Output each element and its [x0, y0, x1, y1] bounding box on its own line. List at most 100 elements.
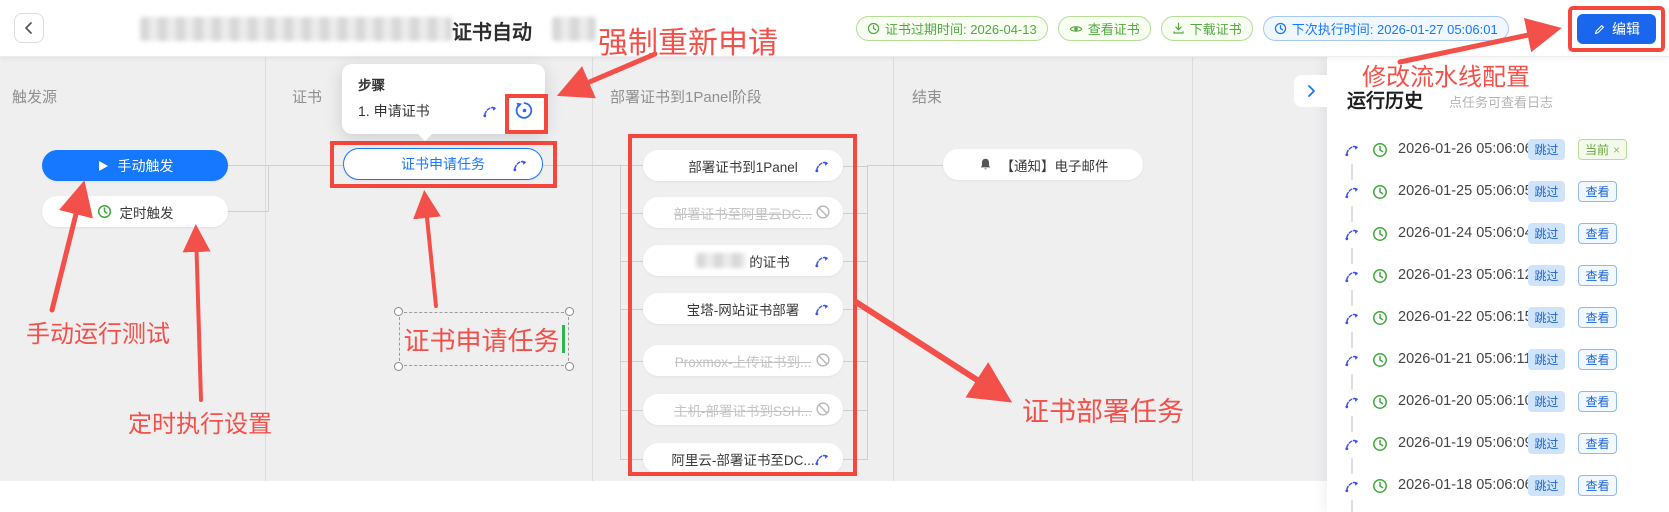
manual-trigger-label: 手动触发: [118, 156, 174, 176]
skip-icon: [1344, 309, 1361, 331]
annotation-edit-pipeline: 修改流水线配置: [1362, 57, 1530, 92]
clock-icon: [1372, 310, 1388, 331]
annotation-force-reapply: 强制重新申请: [598, 18, 778, 62]
selection-handle[interactable]: [394, 362, 403, 371]
view-log-button[interactable]: 查看: [1578, 391, 1617, 412]
skip-icon: [1344, 141, 1361, 163]
close-icon[interactable]: ×: [1613, 143, 1620, 157]
history-timestamp: 2026-01-24 05:06:04: [1398, 225, 1533, 241]
history-connector: [1351, 458, 1353, 474]
clock-icon: [97, 204, 112, 219]
selection-handle[interactable]: [565, 307, 574, 316]
skip-status-badge: 跳过: [1528, 433, 1565, 454]
view-log-button[interactable]: 查看: [1578, 433, 1617, 454]
column-header-deploy: 部署证书到1Panel阶段: [610, 86, 762, 107]
collapse-panel-button[interactable]: [1294, 75, 1328, 107]
footer-strip: [0, 481, 1327, 512]
history-connector: [1351, 248, 1353, 264]
cert-expire-badge[interactable]: 证书过期时间: 2026-04-13: [856, 16, 1048, 41]
skip-status-badge: 跳过: [1528, 475, 1565, 496]
history-connector: [1351, 332, 1353, 348]
cert-request-task-label: 证书申请任务: [401, 154, 485, 174]
view-log-button[interactable]: 查看: [1578, 307, 1617, 328]
clock-icon: [1372, 142, 1388, 163]
history-connector: [1351, 206, 1353, 222]
workflow-connector: [268, 165, 269, 212]
history-timestamp: 2026-01-21 05:06:11: [1398, 351, 1532, 367]
clock-icon: [867, 22, 880, 35]
next-run-badge[interactable]: 下次执行时间: 2026-01-27 05:06:01: [1263, 16, 1509, 41]
view-cert-button[interactable]: 查看证书: [1058, 16, 1151, 41]
skip-icon: [1344, 393, 1361, 415]
edit-button-highlight-box: 编辑: [1568, 6, 1665, 52]
annotation-schedule-setting: 定时执行设置: [128, 404, 272, 439]
chevron-right-icon: [1305, 85, 1317, 97]
view-log-button[interactable]: 查看: [1578, 223, 1617, 244]
view-log-button[interactable]: 查看: [1578, 475, 1617, 496]
history-connector: [1351, 500, 1353, 512]
timed-trigger-button[interactable]: 定时触发: [42, 196, 228, 227]
skip-status-badge: 跳过: [1528, 349, 1565, 370]
clock-icon: [1274, 22, 1287, 35]
history-row: 2026-01-20 05:06:10跳过查看: [1340, 390, 1662, 414]
skip-icon: [1344, 183, 1361, 205]
back-button[interactable]: [14, 13, 44, 43]
skip-status-badge: 跳过: [1528, 265, 1565, 286]
selection-handle[interactable]: [565, 362, 574, 371]
history-timestamp: 2026-01-22 05:06:15: [1398, 309, 1533, 325]
clock-icon: [1372, 436, 1388, 457]
cert-expire-label: 证书过期时间: 2026-04-13: [885, 19, 1037, 38]
history-connector: [1351, 416, 1353, 432]
certd-pipeline-screen: 触发源 证书 部署证书到1Panel阶段 结束 手动触发 定时触发 证书申请任务…: [0, 0, 1669, 512]
history-row: 2026-01-23 05:06:12跳过查看: [1340, 264, 1662, 288]
annotation-request-task: 证书申请任务: [403, 321, 559, 358]
column-divider: [592, 57, 593, 481]
history-timestamp: 2026-01-23 05:06:12: [1398, 267, 1533, 283]
skip-icon: [1344, 351, 1361, 373]
edit-button[interactable]: 编辑: [1577, 14, 1656, 44]
skip-icon[interactable]: [482, 102, 499, 124]
current-badge[interactable]: 当前×: [1578, 139, 1627, 160]
clock-icon: [1372, 268, 1388, 289]
view-log-button[interactable]: 查看: [1578, 265, 1617, 286]
bell-icon: [978, 157, 993, 172]
history-timestamp: 2026-01-25 05:06:05: [1398, 183, 1533, 199]
notify-email-node[interactable]: 【通知】电子邮件: [943, 149, 1143, 180]
history-connector: [1351, 164, 1353, 180]
run-history-subtitle: 点任务可查看日志: [1449, 92, 1553, 111]
timed-trigger-label: 定时触发: [120, 202, 174, 222]
annotation-manual-test: 手动运行测试: [26, 314, 170, 349]
skip-status-badge: 跳过: [1528, 181, 1565, 202]
workflow-connector: [867, 165, 943, 166]
header-badges: 证书过期时间: 2026-04-13 查看证书 下载证书: [856, 16, 1509, 41]
view-log-button[interactable]: 查看: [1578, 349, 1617, 370]
download-icon: [1172, 22, 1185, 35]
view-log-button[interactable]: 查看: [1578, 181, 1617, 202]
skip-icon: [1344, 225, 1361, 247]
skip-icon[interactable]: [512, 156, 529, 176]
selection-handle[interactable]: [394, 307, 403, 316]
next-run-label: 下次执行时间: 2026-01-27 05:06:01: [1292, 19, 1498, 38]
cert-request-task-node[interactable]: 证书申请任务: [343, 148, 543, 180]
column-header-cert: 证书: [292, 86, 322, 107]
column-header-trigger: 触发源: [12, 86, 57, 107]
notify-email-label: 【通知】电子邮件: [1001, 155, 1109, 175]
clock-icon: [1372, 226, 1388, 247]
clock-icon: [1372, 184, 1388, 205]
view-cert-label: 查看证书: [1088, 19, 1140, 38]
skip-status-badge: 跳过: [1528, 223, 1565, 244]
annotation-deploy-task: 证书部署任务: [1022, 390, 1184, 429]
redacted-title-block: [140, 17, 452, 41]
download-cert-button[interactable]: 下载证书: [1161, 16, 1253, 41]
manual-trigger-button[interactable]: 手动触发: [42, 150, 228, 181]
history-timestamp: 2026-01-18 05:06:06: [1398, 477, 1533, 493]
deploy-tasks-highlight-box: [628, 134, 857, 476]
history-row: 2026-01-22 05:06:15跳过查看: [1340, 306, 1662, 330]
history-row: 2026-01-24 05:06:04跳过查看: [1340, 222, 1662, 246]
annotation-text-selection-box[interactable]: 证书申请任务: [399, 312, 569, 366]
skip-icon: [1344, 267, 1361, 289]
history-row: 2026-01-25 05:06:05跳过查看: [1340, 180, 1662, 204]
popup-caret: [416, 132, 434, 150]
skip-status-badge: 跳过: [1528, 307, 1565, 328]
history-row: 2026-01-19 05:06:09跳过查看: [1340, 432, 1662, 456]
